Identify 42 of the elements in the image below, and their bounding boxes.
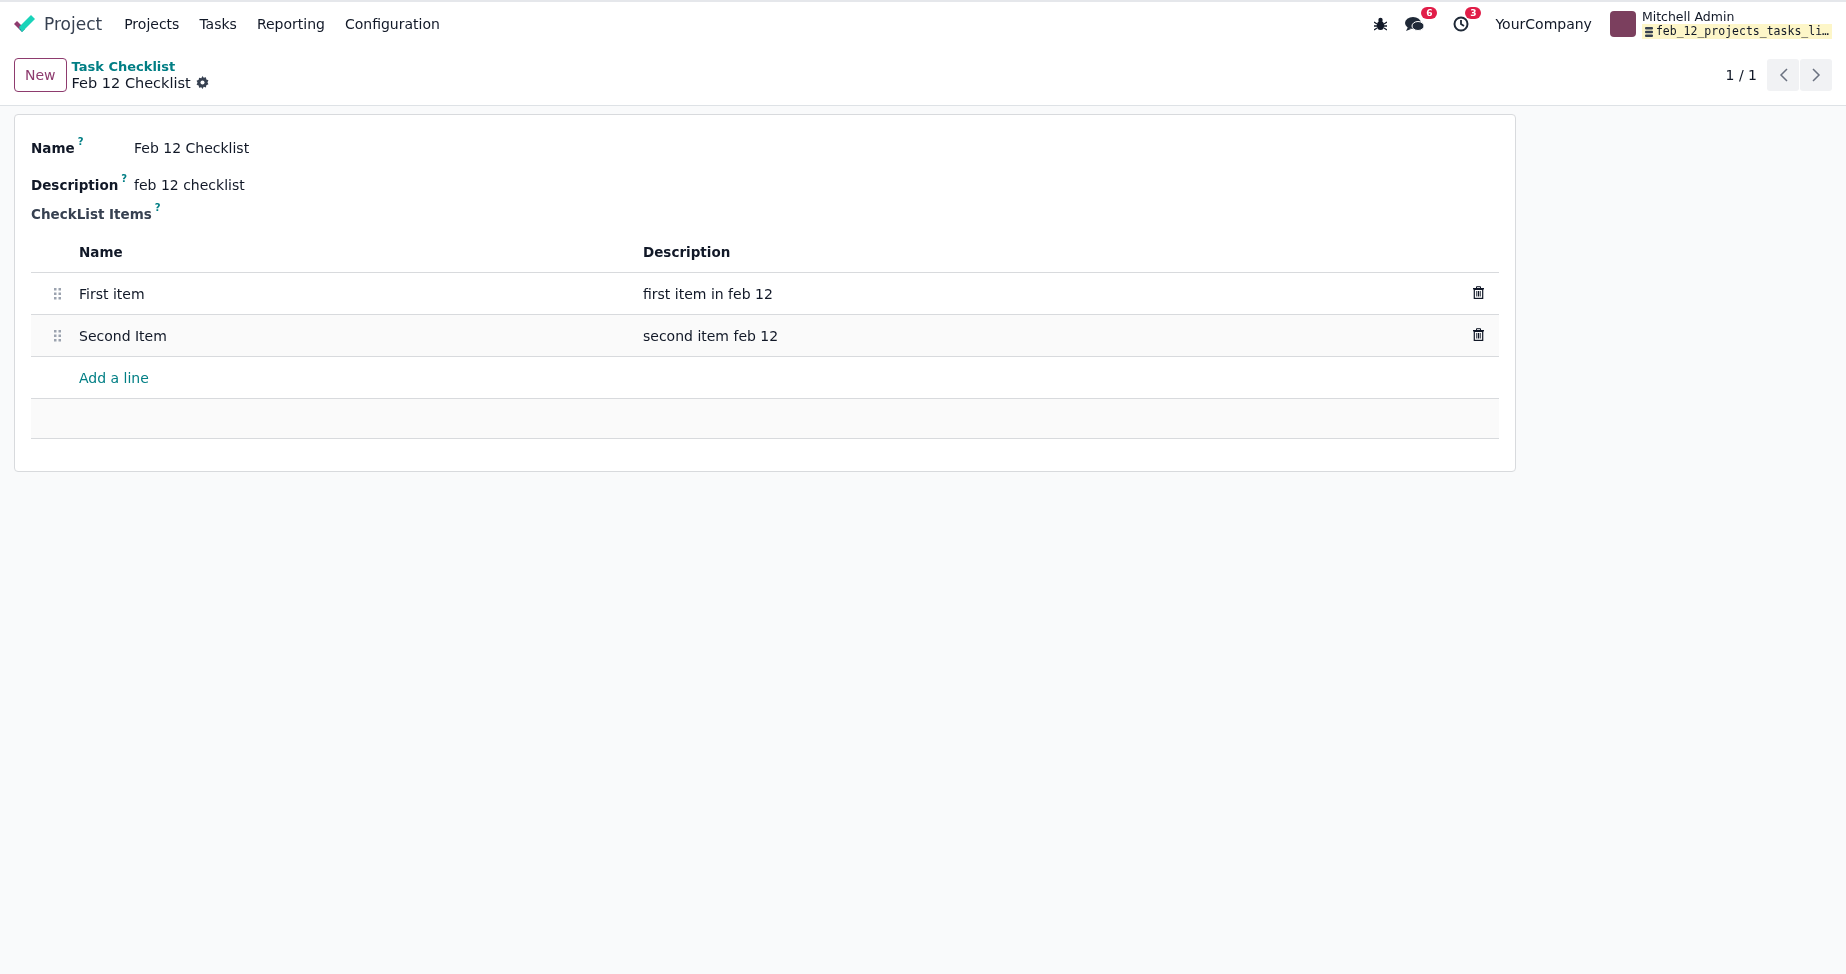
drag-handle-icon[interactable]	[54, 287, 61, 300]
table-cell[interactable]: Second Item	[78, 314, 642, 357]
menu-item[interactable]: Reporting	[246, 16, 335, 32]
column-header[interactable]: Description	[642, 232, 1457, 273]
new-button[interactable]: New	[14, 57, 67, 92]
message-count-badge: 6	[1421, 7, 1438, 19]
drag-handle-icon[interactable]	[54, 329, 61, 342]
settings-icon[interactable]	[195, 76, 209, 89]
field-value[interactable]: Feb 12 Checklist	[134, 139, 250, 156]
bug-icon[interactable]	[1374, 17, 1388, 31]
app-logo-icon[interactable]	[12, 14, 36, 34]
help-tooltip-mark[interactable]: ?	[77, 135, 84, 147]
activity-count-badge: 3	[1465, 7, 1482, 19]
table-cell[interactable]: First item	[78, 272, 642, 315]
user-name[interactable]: Mitchell Admin	[1641, 9, 1832, 24]
user-avatar[interactable]	[1609, 11, 1636, 37]
record-title: Feb 12 Checklist	[71, 74, 191, 91]
chevron-left-icon	[1778, 67, 1788, 82]
add-line-link[interactable]: Add a line	[79, 369, 149, 386]
column-header[interactable]: Name	[78, 232, 642, 273]
database-name: feb_12_projects_tasks_li…	[1641, 24, 1832, 39]
app-name[interactable]: Project	[44, 14, 103, 34]
trash-icon[interactable]	[1472, 327, 1484, 341]
table-cell[interactable]: first item in feb 12	[642, 272, 1457, 315]
company-switcher[interactable]: YourCompany	[1495, 16, 1592, 32]
pager-value[interactable]: 1 / 1	[1725, 66, 1757, 83]
field-value[interactable]: feb 12 checklist	[134, 176, 245, 193]
chevron-right-icon	[1811, 67, 1821, 82]
breadcrumb-link[interactable]: Task Checklist	[71, 58, 209, 75]
menu-item[interactable]: Tasks	[189, 16, 247, 32]
database-icon	[1644, 26, 1653, 37]
menu-item[interactable]: Configuration	[334, 16, 450, 32]
field-label: CheckList Items	[31, 206, 152, 222]
chat-icon[interactable]	[1405, 16, 1426, 32]
trash-icon[interactable]	[1472, 285, 1484, 299]
help-tooltip-mark[interactable]: ?	[154, 202, 161, 213]
clock-icon[interactable]	[1453, 16, 1470, 32]
field-label: Name	[31, 139, 75, 156]
field-label: Description	[31, 176, 119, 193]
help-tooltip-mark[interactable]: ?	[121, 172, 128, 184]
menu-item[interactable]: Projects	[114, 16, 190, 32]
table-cell[interactable]: second item feb 12	[642, 314, 1457, 357]
